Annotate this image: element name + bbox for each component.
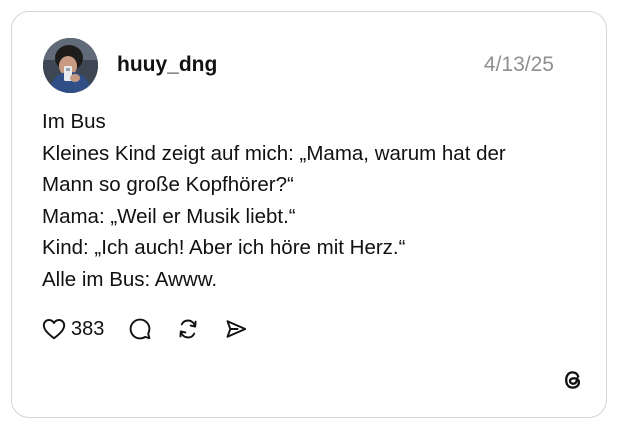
post-line: Mama: „Weil er Musik liebt.“ (42, 204, 296, 228)
like-count: 383 (71, 317, 105, 340)
post-line: Mann so große Kopfhörer?“ (42, 173, 294, 196)
post-line: Im Bus (42, 110, 106, 133)
threads-logo-icon (560, 367, 586, 393)
comment-bubble-icon (130, 318, 151, 340)
like-button[interactable]: 383 (42, 318, 128, 341)
post-date: 4/13/25 (483, 53, 554, 76)
action-bar: 383 (42, 314, 248, 344)
share-button[interactable] (224, 317, 248, 341)
heart-icon (42, 319, 66, 340)
send-icon (226, 320, 247, 338)
post-body: Im Bus Kleines Kind zeigt auf mich: „Mam… (42, 106, 582, 295)
avatar[interactable] (43, 38, 98, 93)
avatar-photo (43, 38, 98, 93)
post-line: Kind: „Ich auch! Aber ich höre mit Herz.… (42, 236, 406, 259)
username[interactable]: huuy_dng (117, 52, 217, 78)
post-line: Alle im Bus: Awww. (42, 267, 218, 291)
repost-button[interactable] (176, 317, 200, 341)
post-line: Kleines Kind zeigt auf mich: „Mama, waru… (42, 141, 506, 165)
comment-button[interactable] (128, 317, 152, 341)
repost-icon (179, 319, 197, 339)
post-card: huuy_dng 4/13/25 Im Bus Kleines Kind zei… (11, 11, 607, 418)
